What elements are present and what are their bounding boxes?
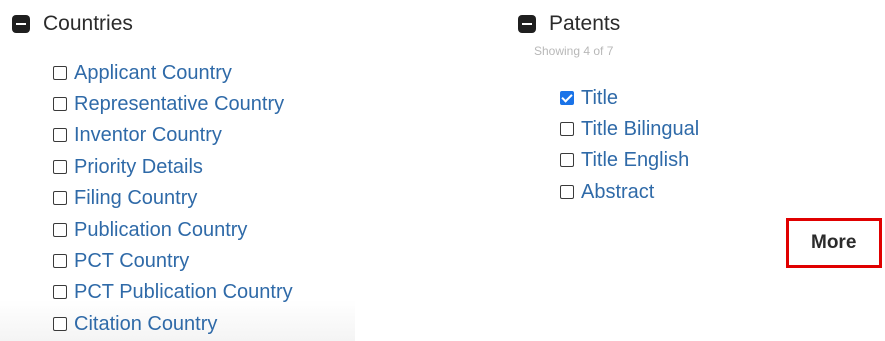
checkbox-unchecked-icon[interactable] (560, 184, 574, 199)
checkbox-option[interactable]: Filing Country (53, 183, 293, 214)
option-label[interactable]: Representative Country (74, 94, 284, 114)
checkbox-unchecked-icon[interactable] (53, 285, 67, 300)
checkbox-unchecked-icon[interactable] (53, 222, 67, 237)
checkbox-option[interactable]: Priority Details (53, 151, 293, 182)
option-label[interactable]: Publication Country (74, 220, 247, 240)
option-label[interactable]: Abstract (581, 182, 654, 202)
countries-collapse-icon[interactable] (12, 14, 30, 33)
option-label[interactable]: Title Bilingual (581, 119, 699, 139)
option-label[interactable]: Filing Country (74, 188, 197, 208)
showing-count: Showing 4 of 7 (534, 44, 614, 58)
checkbox-unchecked-icon[interactable] (560, 122, 574, 137)
checkbox-option[interactable]: Title (560, 82, 699, 113)
checkbox-unchecked-icon[interactable] (53, 316, 67, 331)
option-label[interactable]: Inventor Country (74, 125, 222, 145)
patents-header: Patents (518, 13, 620, 34)
option-label[interactable]: Title English (581, 150, 689, 170)
countries-title: Countries (43, 12, 133, 35)
checkbox-unchecked-icon[interactable] (53, 254, 67, 269)
checkbox-unchecked-icon[interactable] (53, 65, 67, 80)
option-label[interactable]: Title (581, 88, 618, 108)
option-label[interactable]: Priority Details (74, 157, 203, 177)
option-label[interactable]: PCT Country (74, 251, 189, 271)
patents-option-list: Title Title Bilingual Title English Abstrac… (560, 82, 699, 208)
checkbox-unchecked-icon[interactable] (53, 97, 67, 112)
checkbox-option[interactable]: Citation Country (53, 308, 293, 339)
countries-panel: Countries Applicant Country Representativ… (0, 0, 355, 341)
checkbox-option[interactable]: Title English (560, 145, 699, 176)
checkbox-option[interactable]: PCT Country (53, 245, 293, 276)
checkbox-option[interactable]: Inventor Country (53, 120, 293, 151)
checkbox-unchecked-icon[interactable] (53, 128, 67, 143)
checkbox-checked-icon[interactable] (560, 90, 574, 105)
page: Countries Applicant Country Representativ… (0, 0, 885, 341)
checkbox-option[interactable]: Title Bilingual (560, 113, 699, 144)
option-label[interactable]: Applicant Country (74, 63, 232, 83)
checkbox-unchecked-icon[interactable] (53, 159, 67, 174)
checkbox-option[interactable]: Representative Country (53, 88, 293, 119)
option-label[interactable]: Citation Country (74, 314, 217, 334)
more-button[interactable]: More (786, 218, 882, 268)
countries-header: Countries (12, 13, 133, 34)
checkbox-option[interactable]: PCT Publication Country (53, 277, 293, 308)
checkbox-option[interactable]: Applicant Country (53, 57, 293, 88)
countries-option-list: Applicant Country Representative Country I… (53, 57, 293, 340)
patents-collapse-icon[interactable] (518, 14, 536, 33)
checkbox-unchecked-icon[interactable] (560, 153, 574, 168)
patents-title: Patents (549, 12, 621, 35)
patents-panel: Patents Showing 4 of 7 Title Title Biling… (512, 0, 885, 341)
option-label[interactable]: PCT Publication Country (74, 282, 293, 302)
checkbox-option[interactable]: Abstract (560, 176, 699, 207)
checkbox-option[interactable]: Publication Country (53, 214, 293, 245)
checkbox-unchecked-icon[interactable] (53, 191, 67, 206)
